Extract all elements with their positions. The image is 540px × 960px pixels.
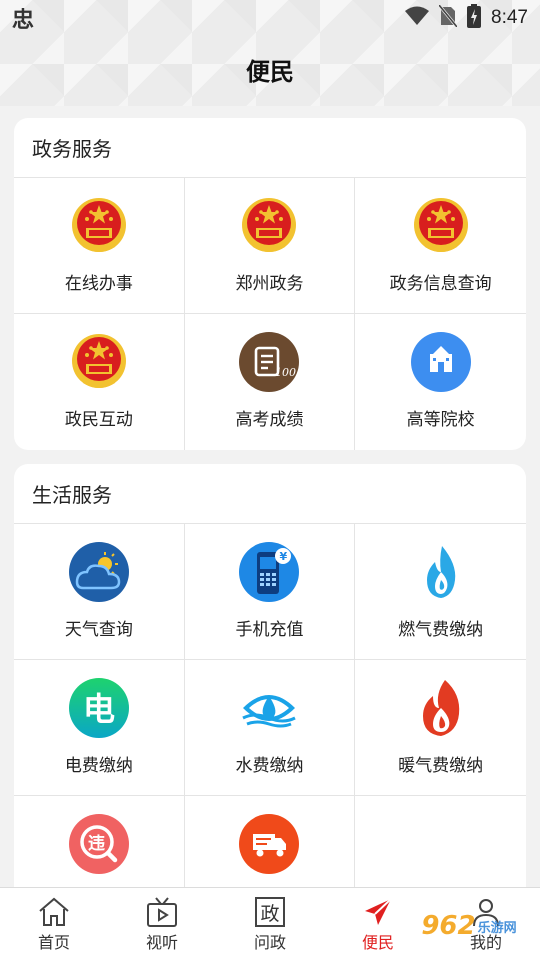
svg-text:违: 违 (88, 833, 105, 854)
nav-home[interactable]: 首页 (0, 888, 108, 960)
service-heating-fee[interactable]: 暖气费缴纳 (355, 660, 526, 796)
water-drop-icon (238, 677, 300, 739)
service-label: 政民互动 (64, 410, 133, 430)
traffic-violation-icon: 违 (68, 813, 130, 875)
svg-text:电: 电 (83, 690, 115, 728)
national-emblem-icon (68, 195, 130, 257)
svg-text:100: 100 (275, 366, 296, 379)
svg-text:¥: ¥ (280, 550, 288, 563)
service-label: 暖气费缴纳 (398, 756, 484, 776)
national-emblem-icon (410, 195, 472, 257)
service-label: 郑州政务 (235, 274, 304, 294)
weather-icon (68, 541, 130, 603)
service-citizen-interaction[interactable]: 政民互动 (14, 314, 185, 450)
battery-icon (467, 4, 482, 32)
service-label: 高考成绩 (235, 410, 304, 430)
section-title-life: 生活服务 (14, 464, 526, 524)
truck-icon (238, 813, 300, 875)
section-title-gov: 政务服务 (14, 118, 526, 178)
gov-services-card: 政务服务 在线办事 郑州政务 政务信息查询 政民互动 100 高考成绩 高等院校 (14, 118, 526, 450)
clock: 8:47 (491, 7, 528, 28)
header: 忠 8:47 便民 (0, 0, 540, 106)
life-services-grid: 天气查询 ¥ 手机充值 燃气费缴纳 电 电费缴纳 水费缴纳 暖气费缴纳 违 (14, 524, 526, 904)
service-gov-info-query[interactable]: 政务信息查询 (355, 178, 526, 314)
service-label: 天气查询 (64, 620, 133, 640)
life-services-card: 生活服务 天气查询 ¥ 手机充值 燃气费缴纳 电 电费缴纳 水费缴纳 暖气费缴纳… (14, 464, 526, 904)
nav-label: 视听 (145, 933, 178, 952)
service-zhengzhou-gov[interactable]: 郑州政务 (184, 178, 356, 314)
service-label: 政务信息查询 (389, 274, 492, 294)
service-university[interactable]: 高等院校 (355, 314, 526, 450)
service-exam-score[interactable]: 100 高考成绩 (185, 314, 356, 450)
national-emblem-icon (68, 331, 130, 393)
politics-icon: 政 (255, 895, 285, 929)
national-emblem-icon (238, 195, 300, 257)
service-label: 在线办事 (64, 274, 133, 294)
phone-recharge-icon: ¥ (238, 541, 300, 603)
nav-label: 便民 (361, 933, 394, 952)
service-label: 手机充值 (235, 620, 304, 640)
service-gas-fee[interactable]: 燃气费缴纳 (355, 524, 526, 660)
service-weather[interactable]: 天气查询 (14, 524, 185, 660)
app-notification-icon: 忠 (12, 8, 35, 33)
status-bar: 忠 8:47 (0, 0, 540, 36)
service-label: 燃气费缴纳 (398, 620, 484, 640)
send-arrow-icon (361, 895, 395, 929)
university-icon (410, 331, 472, 393)
page-title: 便民 (246, 58, 294, 86)
watermark-sub: 乐游网 (477, 920, 517, 936)
nav-label: 问政 (253, 933, 286, 952)
service-water-fee[interactable]: 水费缴纳 (184, 660, 356, 796)
home-icon (37, 895, 71, 929)
tv-play-icon (145, 895, 179, 929)
electricity-icon: 电 (68, 677, 130, 739)
service-label: 电费缴纳 (64, 756, 133, 776)
service-label: 高等院校 (406, 410, 475, 430)
status-icons: 8:47 (405, 4, 528, 32)
exam-score-icon: 100 (238, 331, 300, 393)
nav-label: 首页 (37, 933, 70, 952)
service-online-affairs[interactable]: 在线办事 (14, 178, 185, 314)
gov-services-grid: 在线办事 郑州政务 政务信息查询 政民互动 100 高考成绩 高等院校 (14, 178, 526, 450)
politics-glyph: 政 (255, 897, 285, 927)
watermark-logo: 962 乐游网 (398, 896, 540, 956)
service-label: 水费缴纳 (235, 756, 304, 776)
service-phone-recharge[interactable]: ¥ 手机充值 (184, 524, 356, 660)
nav-politics[interactable]: 政 问政 (216, 888, 324, 960)
heating-flame-icon (410, 677, 472, 739)
wifi-icon (405, 6, 430, 30)
watermark-main: 962 (421, 911, 476, 941)
gas-flame-icon (410, 541, 472, 603)
no-sim-icon (437, 4, 459, 31)
service-electricity-fee[interactable]: 电 电费缴纳 (14, 660, 185, 796)
nav-av[interactable]: 视听 (108, 888, 216, 960)
